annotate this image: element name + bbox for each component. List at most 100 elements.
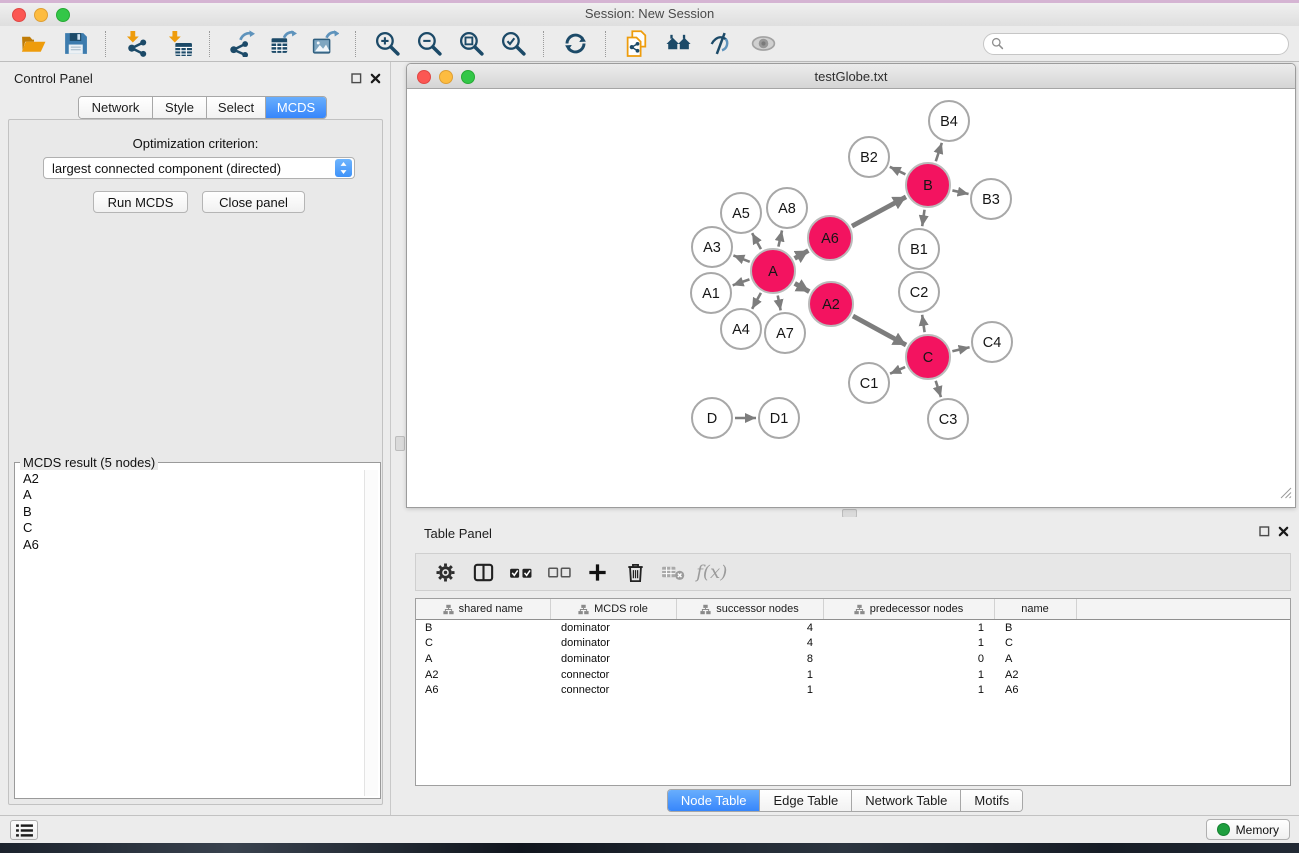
graph-node-A6[interactable]: A6 xyxy=(808,216,852,260)
graph-node-B2[interactable]: B2 xyxy=(849,137,889,177)
tab-select[interactable]: Select xyxy=(206,97,265,118)
graph-edge-A6-B[interactable] xyxy=(852,197,906,226)
graph-node-A2[interactable]: A2 xyxy=(809,282,853,326)
network-canvas[interactable]: A A1 A2 A3 A4 A5 A6 A7 A8 B B1 B2 B3B4 C C1 C2 C3C4 D D1 xyxy=(407,89,1295,507)
split-column-button[interactable] xyxy=(466,557,500,587)
run-mcds-button[interactable]: Run MCDS xyxy=(93,191,188,213)
criterion-select[interactable]: largest connected component (directed) xyxy=(43,157,355,179)
graph-edge-B-B2[interactable] xyxy=(890,167,906,174)
graph-edge-C-C4[interactable] xyxy=(952,347,969,351)
graph-edge-C-C1[interactable] xyxy=(890,367,905,374)
table-row[interactable]: A2connector11A2 xyxy=(416,667,1290,683)
tab-edge-table[interactable]: Edge Table xyxy=(759,790,851,811)
table-row[interactable]: Bdominator41B xyxy=(416,620,1290,636)
refresh-layout-button[interactable] xyxy=(557,28,593,60)
mcds-result-item[interactable]: A6 xyxy=(23,537,364,553)
mcds-result-item[interactable]: C xyxy=(23,520,364,536)
zoom-out-button[interactable] xyxy=(411,28,447,60)
column-header-MCDS-role[interactable]: MCDS role xyxy=(550,599,676,620)
graph-edge-A-A5[interactable] xyxy=(752,233,761,249)
graph-edge-A-A8[interactable] xyxy=(778,230,782,246)
graph-node-C3[interactable]: C3 xyxy=(928,399,968,439)
table-settings-button[interactable] xyxy=(428,557,462,587)
graph-edge-A-A1[interactable] xyxy=(733,279,750,285)
graph-node-A5[interactable]: A5 xyxy=(721,193,761,233)
deselect-all-button[interactable] xyxy=(542,557,576,587)
zoom-selected-button[interactable] xyxy=(495,28,531,60)
graph-edge-A-A7[interactable] xyxy=(778,296,781,311)
float-table-panel-button[interactable] xyxy=(1257,525,1271,539)
graph-edge-A2-C[interactable] xyxy=(853,316,906,345)
graph-node-B[interactable]: B xyxy=(906,163,950,207)
zoom-in-button[interactable] xyxy=(369,28,405,60)
graph-node-B3[interactable]: B3 xyxy=(971,179,1011,219)
graph-node-A7[interactable]: A7 xyxy=(765,313,805,353)
graph-node-A1[interactable]: A1 xyxy=(691,273,731,313)
graph-node-C2[interactable]: C2 xyxy=(899,272,939,312)
scrollbar-track[interactable] xyxy=(364,470,378,796)
tab-style[interactable]: Style xyxy=(152,97,206,118)
graph-edge-C-C3[interactable] xyxy=(936,381,941,397)
table-row[interactable]: A6connector11A6 xyxy=(416,682,1290,698)
open-file-button[interactable] xyxy=(15,28,51,60)
import-table-button[interactable] xyxy=(161,28,197,60)
close-panel-button-mcds[interactable]: Close panel xyxy=(202,191,305,213)
delete-column-button[interactable] xyxy=(618,557,652,587)
close-table-panel-button[interactable] xyxy=(1276,525,1290,539)
graph-node-A8[interactable]: A8 xyxy=(767,188,807,228)
tab-mcds[interactable]: MCDS xyxy=(265,97,326,118)
column-header-name[interactable]: name xyxy=(994,599,1076,620)
graph-edge-A-A3[interactable] xyxy=(733,255,749,261)
window-resize-grip[interactable] xyxy=(1279,486,1292,504)
graph-node-C1[interactable]: C1 xyxy=(849,363,889,403)
graph-edge-A-A4[interactable] xyxy=(752,293,761,309)
network-window-titlebar[interactable]: testGlobe.txt xyxy=(407,64,1295,89)
column-header-shared-name[interactable]: shared name xyxy=(416,599,550,620)
duplicate-network-button[interactable] xyxy=(619,28,655,60)
graph-node-C[interactable]: C xyxy=(906,335,950,379)
search-input[interactable] xyxy=(1009,35,1288,53)
graph-node-D[interactable]: D xyxy=(692,398,732,438)
memory-button[interactable]: Memory xyxy=(1206,819,1290,840)
add-column-button[interactable] xyxy=(580,557,614,587)
close-panel-button[interactable] xyxy=(368,72,382,86)
column-header-successor-nodes[interactable]: successor nodes xyxy=(676,599,823,620)
mcds-result-item[interactable]: B xyxy=(23,504,364,520)
search-box[interactable] xyxy=(983,33,1289,55)
graph-node-B4[interactable]: B4 xyxy=(929,101,969,141)
graph-node-A4[interactable]: A4 xyxy=(721,309,761,349)
graph-node-B1[interactable]: B1 xyxy=(899,229,939,269)
column-header-predecessor-nodes[interactable]: predecessor nodes xyxy=(823,599,994,620)
export-image-button[interactable] xyxy=(307,28,343,60)
graph-node-A[interactable]: A xyxy=(751,249,795,293)
tab-network[interactable]: Network xyxy=(79,97,152,118)
mcds-result-item[interactable]: A xyxy=(23,487,364,503)
import-network-button[interactable] xyxy=(119,28,155,60)
save-session-button[interactable] xyxy=(57,28,93,60)
export-table-button[interactable] xyxy=(265,28,301,60)
graph-edge-A-A6[interactable] xyxy=(795,251,809,259)
table-row[interactable]: Adominator80A xyxy=(416,651,1290,667)
tab-node-table[interactable]: Node Table xyxy=(668,790,760,811)
mcds-result-item[interactable]: A2 xyxy=(23,471,364,487)
graph-node-C4[interactable]: C4 xyxy=(972,322,1012,362)
graph-edge-B-B3[interactable] xyxy=(952,190,968,194)
task-history-button[interactable] xyxy=(10,820,38,840)
home-button[interactable] xyxy=(661,28,697,60)
graph-node-D1[interactable]: D1 xyxy=(759,398,799,438)
zoom-fit-button[interactable] xyxy=(453,28,489,60)
vertical-splitter-grip[interactable] xyxy=(395,436,405,451)
graph-edge-A-A2[interactable] xyxy=(795,283,810,291)
tab-motifs[interactable]: Motifs xyxy=(960,790,1022,811)
graph-edge-B-B1[interactable] xyxy=(922,210,924,226)
hide-graphics-details-button[interactable] xyxy=(703,28,739,60)
bird-eye-view-button[interactable] xyxy=(745,28,781,60)
tab-network-table[interactable]: Network Table xyxy=(851,790,960,811)
graph-edge-C-C2[interactable] xyxy=(922,315,924,332)
float-panel-button[interactable] xyxy=(349,72,363,86)
graph-node-A3[interactable]: A3 xyxy=(692,227,732,267)
export-network-button[interactable] xyxy=(223,28,259,60)
select-all-button[interactable] xyxy=(504,557,538,587)
graph-edge-B-B4[interactable] xyxy=(936,143,942,161)
apply-function-button[interactable]: f(x) xyxy=(694,557,728,587)
